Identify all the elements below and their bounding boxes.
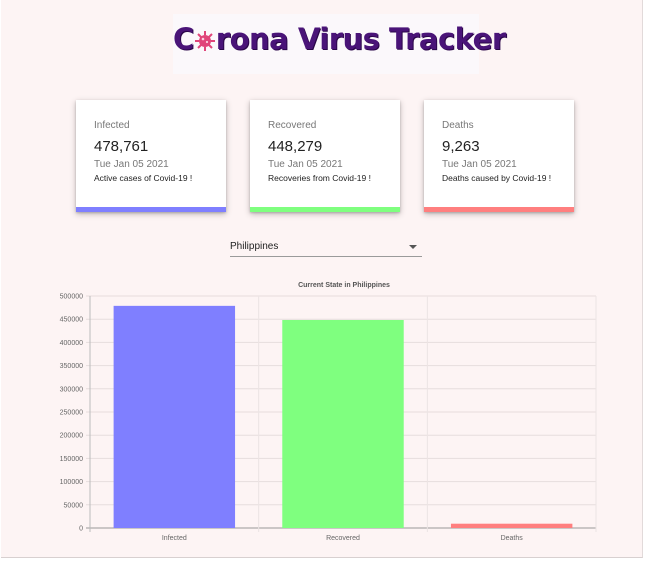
y-tick-label: 250000 [60,410,83,417]
y-tick-label: 400000 [60,340,83,347]
y-tick-label: 500000 [60,294,83,301]
y-tick-label: 150000 [60,456,83,463]
x-tick-label: Deaths [501,535,524,542]
y-tick-label: 0 [79,526,83,533]
bar-infected [113,305,236,528]
x-tick-label: Recovered [326,535,360,542]
page-frame: C rona Virus Tracker Infected 478,761 Tu… [1,0,643,558]
y-tick-label: 350000 [60,363,83,370]
y-tick-label: 100000 [60,479,83,486]
y-tick-label: 200000 [60,433,83,440]
x-tick-label: Infected [162,535,187,542]
y-tick-label: 300000 [60,386,83,393]
y-tick-label: 450000 [60,317,83,324]
bar-recovered [282,319,404,528]
y-tick-label: 50000 [64,502,84,509]
bar-deaths [450,523,573,528]
bar-chart: 0 50000 100000 150000 200000 250000 300000 3500… [60,294,597,542]
